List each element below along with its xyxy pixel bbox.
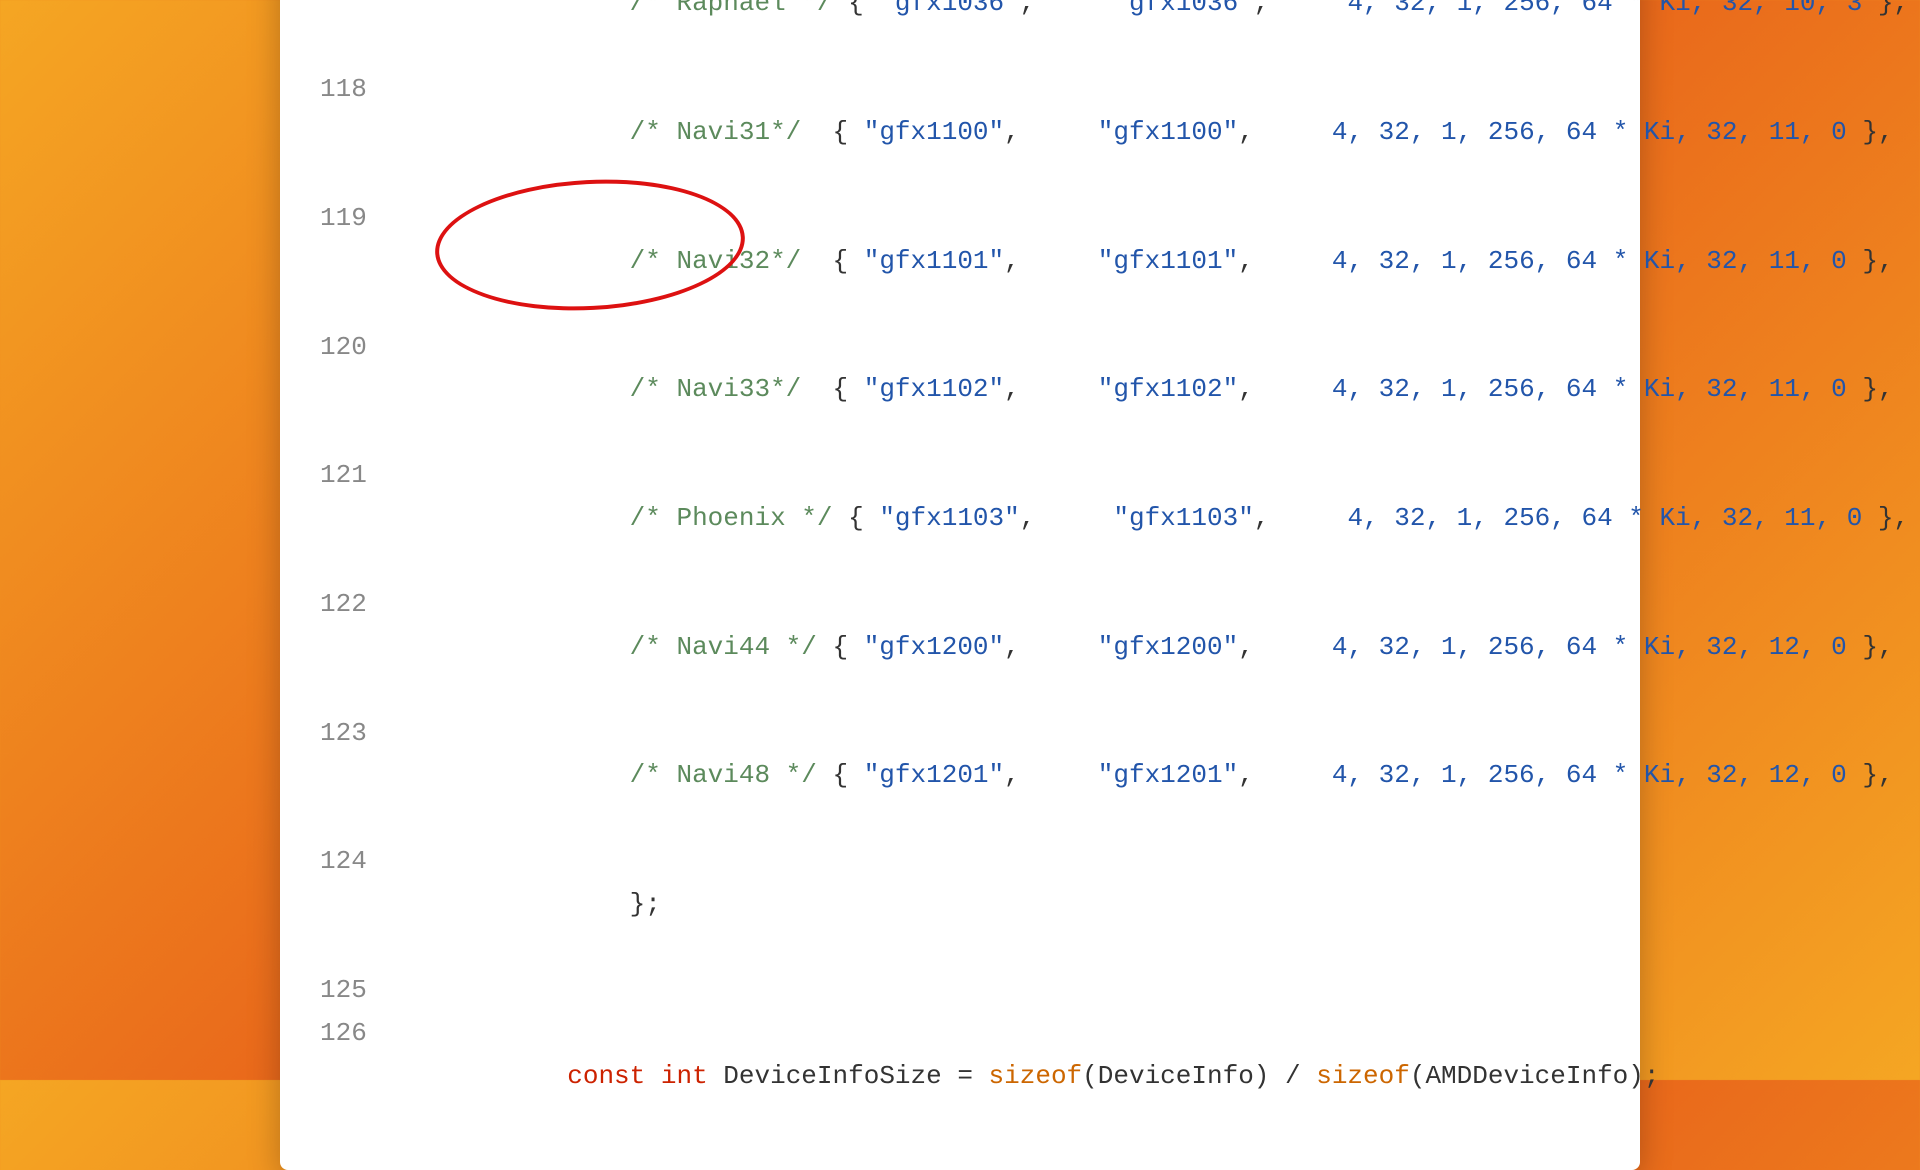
- line-content: /* Navi33*/ { "gfx1102", "gfx1102", 4, 3…: [380, 326, 1894, 455]
- line-number: 126: [320, 1012, 380, 1055]
- code-line-125: 125: [320, 969, 1600, 1012]
- line-number: 120: [320, 326, 380, 369]
- line-number: 122: [320, 583, 380, 626]
- line-number: 121: [320, 454, 380, 497]
- line-number: 125: [320, 969, 380, 1012]
- line-content: /* Phoenix */ { "gfx1103", "gfx1103", 4,…: [380, 454, 1909, 583]
- code-line-122: 122 /* Navi44 */ { "gfx1200", "gfx1200",…: [320, 583, 1600, 712]
- line-number: 123: [320, 712, 380, 755]
- code-line-123: 123 /* Navi48 */ { "gfx1201", "gfx1201",…: [320, 712, 1600, 841]
- line-content: /* Navi32*/ { "gfx1101", "gfx1101", 4, 3…: [380, 197, 1894, 326]
- line-number: 119: [320, 197, 380, 240]
- code-container: 117 /* Raphael */ { "gfx1036", "gfx1036"…: [280, 0, 1640, 1170]
- line-content: /* Raphael */ { "gfx1036", "gfx1036", 4,…: [380, 0, 1909, 68]
- line-content: /* Navi31*/ { "gfx1100", "gfx1100", 4, 3…: [380, 68, 1894, 197]
- code-line-117: 117 /* Raphael */ { "gfx1036", "gfx1036"…: [320, 0, 1600, 68]
- code-block: 117 /* Raphael */ { "gfx1036", "gfx1036"…: [320, 0, 1600, 1140]
- line-content: /* Navi44 */ { "gfx1200", "gfx1200", 4, …: [380, 583, 1894, 712]
- line-content: };: [380, 840, 1600, 969]
- code-line-120: 120 /* Navi33*/ { "gfx1102", "gfx1102", …: [320, 326, 1600, 455]
- line-content: [380, 969, 1600, 1012]
- line-number: 118: [320, 68, 380, 111]
- line-content: /* Navi48 */ { "gfx1201", "gfx1201", 4, …: [380, 712, 1894, 841]
- code-line-124: 124 };: [320, 840, 1600, 969]
- code-line-126: 126 const int DeviceInfoSize = sizeof(De…: [320, 1012, 1600, 1141]
- code-line-121: 121 /* Phoenix */ { "gfx1103", "gfx1103"…: [320, 454, 1600, 583]
- code-line-119: 119 /* Navi32*/ { "gfx1101", "gfx1101", …: [320, 197, 1600, 326]
- line-number: 124: [320, 840, 380, 883]
- line-content: const int DeviceInfoSize = sizeof(Device…: [380, 1012, 1659, 1141]
- code-line-118: 118 /* Navi31*/ { "gfx1100", "gfx1100", …: [320, 68, 1600, 197]
